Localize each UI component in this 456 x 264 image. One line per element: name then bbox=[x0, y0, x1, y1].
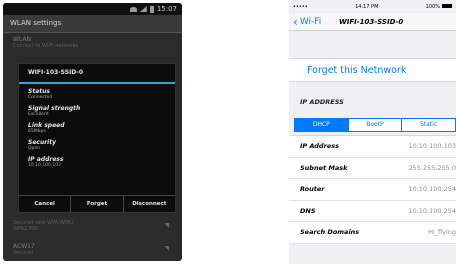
segment-bootp[interactable]: BootP bbox=[347, 119, 402, 131]
battery-icon bbox=[442, 4, 452, 8]
status-time: 14:17 PM bbox=[355, 3, 379, 10]
row-label: Security bbox=[28, 139, 57, 146]
table-row: IP Address 10.10.100.103 bbox=[289, 136, 456, 158]
row-value: Connected bbox=[28, 95, 53, 100]
forget-button[interactable]: Forget bbox=[70, 196, 122, 212]
segment-dhcp[interactable]: DHCP bbox=[295, 119, 348, 131]
row-key: DNS bbox=[300, 206, 316, 215]
row-value: Open bbox=[28, 146, 41, 151]
row-value: 10.10.100.103 bbox=[28, 163, 61, 168]
row-label: Status bbox=[28, 88, 50, 95]
row-value: Hi_flying bbox=[428, 228, 456, 237]
dialog-row-security: Security Open bbox=[19, 139, 175, 152]
row-label: IP address bbox=[28, 156, 64, 163]
ip-details-table: IP Address 10.10.100.103 Subnet Mask 255… bbox=[289, 135, 456, 244]
list-item[interactable]: Secured with WPA/WPA2 WPA2 PSK ◥ bbox=[3, 220, 182, 232]
back-button[interactable]: ‹ Wi-Fi bbox=[289, 16, 321, 28]
nav-title: WIFI-103-SSID-0 bbox=[339, 17, 404, 26]
network-details-dialog: WIFI-103-SSID-0 Status Connected Signal … bbox=[18, 63, 176, 213]
signal-icon bbox=[139, 6, 147, 12]
row-value: 10.10.100.254 bbox=[408, 185, 456, 194]
android-status-bar: 15:07 bbox=[3, 3, 182, 15]
table-row: Search Domains Hi_flying bbox=[289, 222, 456, 244]
status-time: 15:07 bbox=[156, 5, 177, 13]
table-row: Subnet Mask 255.255.255.0 bbox=[289, 158, 456, 179]
row-value: Excellent bbox=[28, 112, 49, 117]
wifi-icon bbox=[129, 6, 137, 12]
battery-indicator: 100% bbox=[426, 4, 452, 10]
section-header: IP ADDRESS bbox=[300, 98, 344, 106]
navigation-bar: ‹ Wi-Fi WIFI-103-SSID-0 bbox=[289, 13, 456, 31]
carrier-signal: ••••• bbox=[293, 3, 308, 10]
row-key: IP Address bbox=[300, 142, 339, 151]
wifi-lock-icon: ◥ bbox=[164, 222, 169, 229]
battery-level: 100% bbox=[425, 3, 440, 10]
row-value: 10.10.100.254 bbox=[408, 206, 456, 215]
list-item[interactable]: ACW17 Secured ◥ bbox=[3, 243, 182, 256]
table-row: Router 10.10.100.254 bbox=[289, 179, 456, 201]
row-key: Router bbox=[300, 185, 325, 194]
row-value: 255.255.255.0 bbox=[408, 163, 456, 172]
row-key: Subnet Mask bbox=[300, 163, 348, 172]
dialog-title: WIFI-103-SSID-0 bbox=[19, 64, 175, 84]
chevron-left-icon: ‹ bbox=[293, 14, 298, 29]
list-item-name: ACW17 bbox=[13, 243, 35, 250]
dialog-row-signal: Signal strength Excellent bbox=[19, 105, 175, 118]
page-title: WLAN settings bbox=[3, 15, 182, 33]
dialog-row-status: Status Connected bbox=[19, 88, 175, 101]
ip-mode-segmented-control: DHCP BootP Static bbox=[294, 118, 456, 132]
disconnect-button[interactable]: Disconnect bbox=[122, 196, 175, 212]
list-item-sub: Connect to Wi-Fi networks bbox=[13, 43, 79, 49]
list-item-name: WLAN bbox=[13, 36, 32, 43]
row-label: Signal strength bbox=[28, 105, 81, 112]
wifi-lock-icon: ◥ bbox=[164, 245, 169, 252]
back-label: Wi-Fi bbox=[299, 16, 322, 27]
list-item-sub: WPA2 PSK bbox=[13, 226, 39, 232]
table-row: DNS 10.10.100.254 bbox=[289, 201, 456, 222]
segment-static[interactable]: Static bbox=[401, 119, 455, 131]
battery-icon bbox=[149, 5, 154, 13]
list-item[interactable]: WLAN Connect to Wi-Fi networks bbox=[3, 36, 182, 49]
dialog-row-link-speed: Link speed 65Mbps bbox=[19, 122, 175, 135]
row-key: Search Domains bbox=[300, 228, 360, 237]
row-label: Link speed bbox=[28, 122, 65, 129]
dialog-row-ip: IP address 10.10.100.103 bbox=[19, 156, 175, 169]
ios-screenshot: ••••• 14:17 PM 100% ‹ Wi-Fi WIFI-103-SSI… bbox=[289, 0, 456, 264]
dialog-button-bar: Cancel Forget Disconnect bbox=[19, 195, 175, 212]
forget-network-button[interactable]: Forget this Netnwork bbox=[289, 58, 456, 82]
ios-status-bar: ••••• 14:17 PM 100% bbox=[289, 0, 456, 13]
row-value: 10.10.100.103 bbox=[408, 142, 456, 151]
row-value: 65Mbps bbox=[28, 129, 46, 134]
cancel-button[interactable]: Cancel bbox=[19, 196, 70, 212]
android-screenshot: 15:07 WLAN settings WLAN Connect to Wi-F… bbox=[3, 3, 182, 261]
list-item-sub: Secured bbox=[13, 250, 34, 256]
